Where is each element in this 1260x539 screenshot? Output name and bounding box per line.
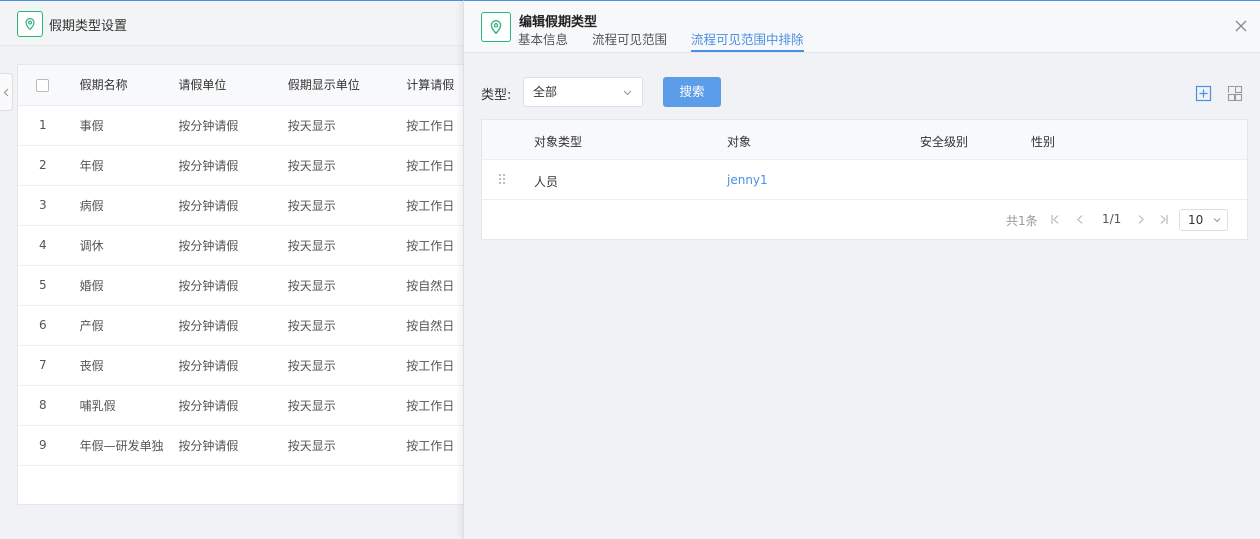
type-select[interactable]: 全部 [523,77,643,107]
table-row[interactable]: 人员 jenny1 [482,160,1247,200]
leave-unit-cell: 按分钟请假 [178,105,288,146]
row-number: 4 [18,225,68,266]
leave-unit-cell: 按分钟请假 [178,265,288,306]
leave-type-table-panel: 假期名称 请假单位 假期显示单位 计算请假 1 事假 按分钟请假 按天显示 按工… [17,64,477,505]
search-button[interactable]: 搜索 [663,77,721,107]
leave-unit-cell: 按分钟请假 [178,225,288,266]
header-display-unit[interactable]: 假期显示单位 [287,65,407,106]
table-row[interactable]: 4 调休 按分钟请假 按天显示 按工作日 [18,225,476,266]
select-all-checkbox[interactable] [36,78,50,92]
row-number: 8 [18,385,68,426]
edit-leave-type-drawer: 编辑假期类型 基本信息 流程可见范围 流程可见范围中排除 类型: 全部 搜索 对… [463,0,1260,539]
drawer-header: 编辑假期类型 基本信息 流程可见范围 流程可见范围中排除 [464,1,1260,53]
leave-name-cell: 产假 [67,305,179,346]
display-unit-cell: 按天显示 [287,305,407,346]
leave-name-cell: 哺乳假 [67,385,179,426]
header-gender: 性别 [1031,135,1056,149]
leave-unit-cell: 按分钟请假 [178,385,288,426]
leave-name-cell: 病假 [67,185,179,226]
row-number: 9 [18,425,68,466]
drawer-tabs: 基本信息 流程可见范围 流程可见范围中排除 [518,32,828,52]
select-all-cell [18,65,68,106]
table-row[interactable]: 7 丧假 按分钟请假 按天显示 按工作日 [18,345,476,386]
header-leave-unit[interactable]: 请假单位 [178,65,288,106]
display-unit-cell: 按天显示 [287,425,407,466]
page-size-value: 10 [1188,213,1204,227]
tab-visible-scope[interactable]: 流程可见范围 [592,32,667,52]
table-header-row: 假期名称 请假单位 假期显示单位 计算请假 [18,65,476,106]
last-page-icon[interactable] [1159,214,1169,225]
leave-name-cell: 年假 [67,145,179,186]
table-row[interactable]: 9 年假—研发单独 按分钟请假 按天显示 按工作日 [18,425,476,466]
table-row[interactable]: 8 哺乳假 按分钟请假 按天显示 按工作日 [18,385,476,426]
chevron-left-icon [3,88,9,96]
leave-type-table: 假期名称 请假单位 假期显示单位 计算请假 1 事假 按分钟请假 按天显示 按工… [18,65,476,466]
row-number: 3 [18,185,68,226]
row-number: 6 [18,305,68,346]
next-page-icon[interactable] [1136,214,1146,225]
row-number: 1 [18,105,68,146]
total-count: 共1条 [1006,214,1038,228]
location-pin-icon [481,12,511,42]
header-security-level: 安全级别 [920,135,969,149]
pagination: 共1条 1/1 10 [482,200,1247,240]
display-unit-cell: 按天显示 [287,345,407,386]
collapse-handle[interactable] [0,73,13,111]
leave-unit-cell: 按分钟请假 [178,345,288,386]
leave-unit-cell: 按分钟请假 [178,425,288,466]
exclude-scope-grid: 对象类型 对象 安全级别 性别 人员 jenny1 共1条 1/1 10 [481,119,1248,240]
first-page-icon[interactable] [1050,214,1060,225]
drawer-title: 编辑假期类型 [519,15,598,30]
display-unit-cell: 按天显示 [287,105,407,146]
drag-handle-icon[interactable] [498,173,506,185]
row-number: 5 [18,265,68,306]
header-leave-name[interactable]: 假期名称 [67,65,179,106]
leave-unit-cell: 按分钟请假 [178,305,288,346]
type-filter-label: 类型: [481,88,512,103]
leave-unit-cell: 按分钟请假 [178,185,288,226]
table-row[interactable]: 5 婚假 按分钟请假 按天显示 按自然日 [18,265,476,306]
leave-name-cell: 年假—研发单独 [67,425,179,466]
location-pin-icon [17,11,43,37]
grid-header-row: 对象类型 对象 安全级别 性别 [482,120,1247,160]
leave-name-cell: 事假 [67,105,179,146]
leave-name-cell: 婚假 [67,265,179,306]
type-select-value: 全部 [533,85,558,99]
page-title: 假期类型设置 [49,19,128,34]
table-row[interactable]: 1 事假 按分钟请假 按天显示 按工作日 [18,105,476,146]
leave-name-cell: 调休 [67,225,179,266]
table-row[interactable]: 3 病假 按分钟请假 按天显示 按工作日 [18,185,476,226]
page-size-select[interactable]: 10 [1179,209,1228,231]
row-number: 7 [18,345,68,386]
object-type-cell: 人员 [534,175,559,189]
tab-visible-scope-exclude[interactable]: 流程可见范围中排除 [691,32,804,52]
leave-name-cell: 丧假 [67,345,179,386]
table-row[interactable]: 6 产假 按分钟请假 按天显示 按自然日 [18,305,476,346]
row-number: 2 [18,145,68,186]
display-unit-cell: 按天显示 [287,265,407,306]
display-unit-cell: 按天显示 [287,225,407,266]
add-icon[interactable] [1195,85,1212,102]
table-row[interactable]: 2 年假 按分钟请假 按天显示 按工作日 [18,145,476,186]
display-unit-cell: 按天显示 [287,145,407,186]
prev-page-icon[interactable] [1075,214,1085,225]
object-link[interactable]: jenny1 [727,173,768,187]
display-unit-cell: 按天显示 [287,185,407,226]
page-info: 1/1 [1102,212,1122,226]
header-object-type: 对象类型 [534,135,583,149]
close-icon[interactable] [1234,19,1248,33]
chevron-down-icon [623,90,632,96]
leave-unit-cell: 按分钟请假 [178,145,288,186]
chevron-down-icon [1213,218,1221,223]
batch-layout-icon[interactable] [1227,85,1244,102]
display-unit-cell: 按天显示 [287,385,407,426]
header-object: 对象 [727,135,752,149]
tab-basic-info[interactable]: 基本信息 [518,32,568,52]
